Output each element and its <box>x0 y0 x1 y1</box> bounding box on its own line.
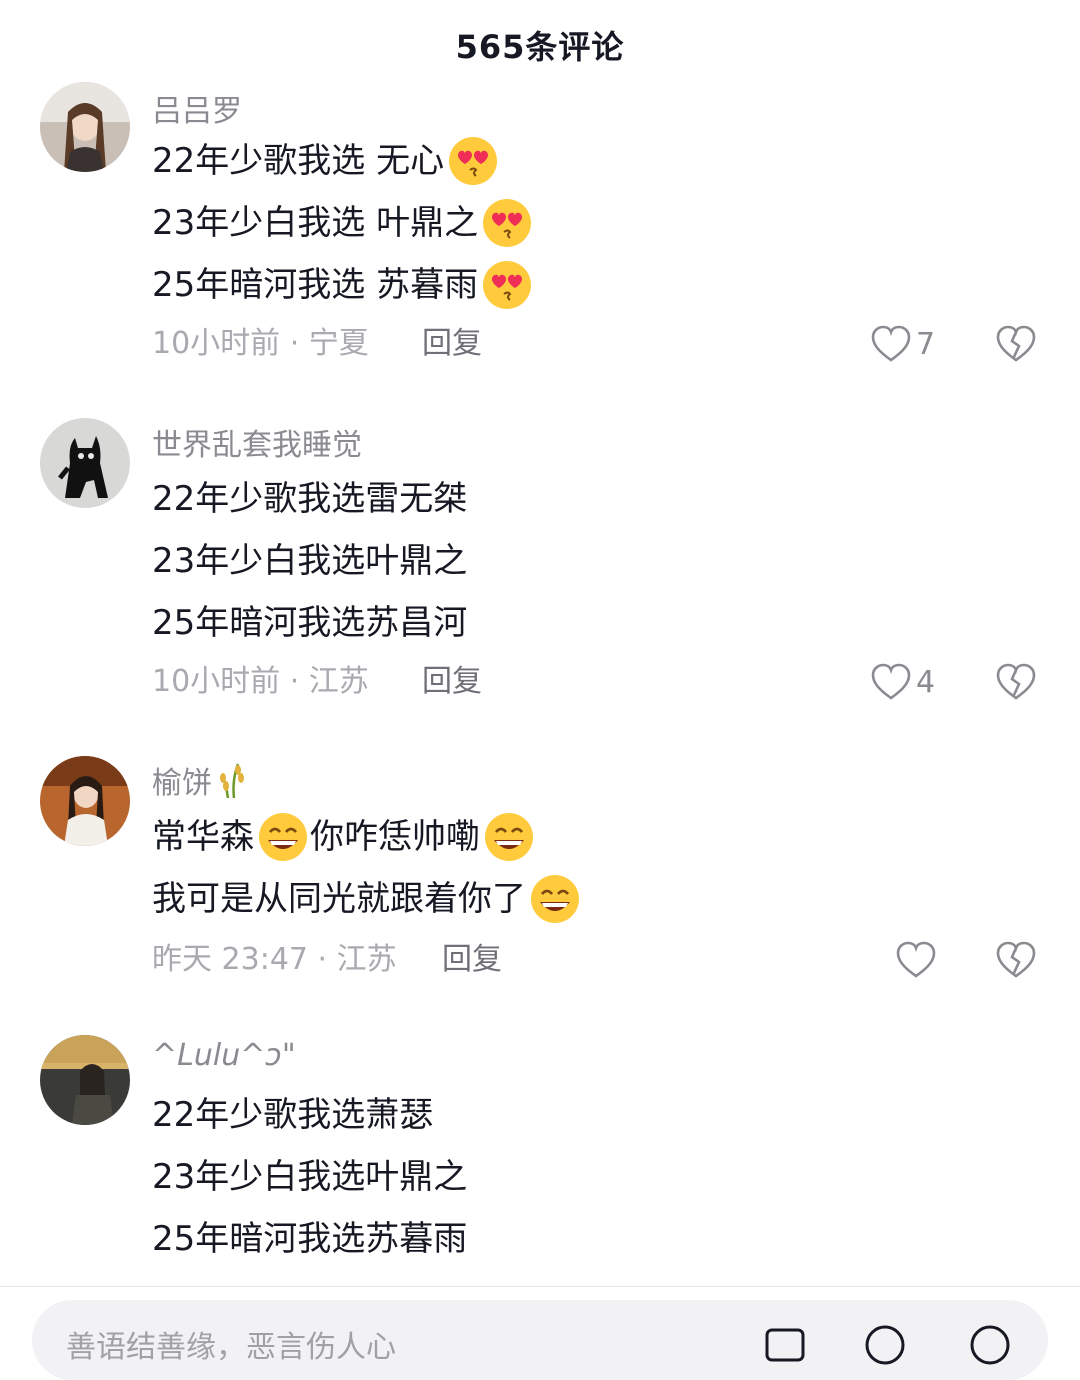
like-button[interactable] <box>895 938 937 982</box>
comment-time-location: 昨天 23:47 · 江苏 <box>152 942 397 977</box>
like-button[interactable]: 7 <box>870 322 935 366</box>
rice-plant-icon <box>214 760 254 800</box>
image-icon[interactable] <box>762 1322 808 1368</box>
avatar[interactable] <box>40 1035 130 1125</box>
username[interactable]: 吕吕罗 <box>152 86 242 130</box>
comment-text-line: 22年少歌我选雷无桀 <box>152 479 468 519</box>
avatar[interactable] <box>40 82 130 172</box>
comment-text-line: 25年暗河我选苏昌河 <box>152 603 468 643</box>
comment-text-line: 25年暗河我选 苏暮雨 <box>152 258 534 312</box>
avatar[interactable] <box>40 418 130 508</box>
username[interactable]: 世界乱套我睡觉 <box>152 420 362 464</box>
reply-button[interactable]: 回复 <box>442 938 502 982</box>
comment-input-placeholder: 善语结善缘，恶言伤人心 <box>66 1330 396 1365</box>
dislike-button[interactable] <box>995 662 1037 702</box>
reply-button[interactable]: 回复 <box>422 322 482 366</box>
comment-text-line: 常华森 你咋恁帅嘞 <box>152 810 536 864</box>
comment-input-bar[interactable]: 善语结善缘，恶言伤人心 <box>32 1300 1048 1380</box>
comment-time-location: 10小时前 · 江苏 <box>152 664 369 699</box>
broken-heart-icon <box>995 662 1037 702</box>
like-button[interactable]: 4 <box>870 660 935 704</box>
grin-emoji <box>256 810 310 864</box>
comment-time-location: 10小时前 · 宁夏 <box>152 326 369 361</box>
heart-eyes-kiss-emoji <box>446 134 500 188</box>
comments-header: 565条评论 <box>0 0 1080 90</box>
avatar[interactable] <box>40 756 130 846</box>
username[interactable]: ^Lulu^ɔ" <box>152 1038 296 1073</box>
divider <box>0 1286 1080 1287</box>
at-mention-icon[interactable] <box>862 1322 908 1368</box>
comment-text-line: 23年少白我选 叶鼎之 <box>152 196 534 250</box>
reply-button[interactable]: 回复 <box>422 660 482 704</box>
heart-icon <box>895 940 937 980</box>
comment-text-line: 25年暗河我选苏暮雨 <box>152 1219 468 1259</box>
heart-icon <box>870 662 912 702</box>
like-count: 4 <box>916 664 936 700</box>
username[interactable]: 榆饼 <box>152 758 254 802</box>
comment-text-line: 我可是从同光就跟着你了 <box>152 872 582 926</box>
dislike-button[interactable] <box>995 940 1037 980</box>
comment-text-line: 22年少歌我选萧瑟 <box>152 1095 434 1135</box>
comment-count-title: 565条评论 <box>455 28 625 66</box>
broken-heart-icon <box>995 940 1037 980</box>
comment-text-line: 23年少白我选叶鼎之 <box>152 541 468 581</box>
grin-emoji <box>482 810 536 864</box>
like-count: 7 <box>916 326 936 362</box>
heart-eyes-kiss-emoji <box>480 258 534 312</box>
emoji-icon[interactable] <box>967 1322 1013 1368</box>
grin-emoji <box>528 872 582 926</box>
heart-icon <box>870 324 912 364</box>
dislike-button[interactable] <box>995 324 1037 364</box>
comment-text-line: 22年少歌我选 无心 <box>152 134 500 188</box>
broken-heart-icon <box>995 324 1037 364</box>
heart-eyes-kiss-emoji <box>480 196 534 250</box>
comment-text-line: 23年少白我选叶鼎之 <box>152 1157 468 1197</box>
